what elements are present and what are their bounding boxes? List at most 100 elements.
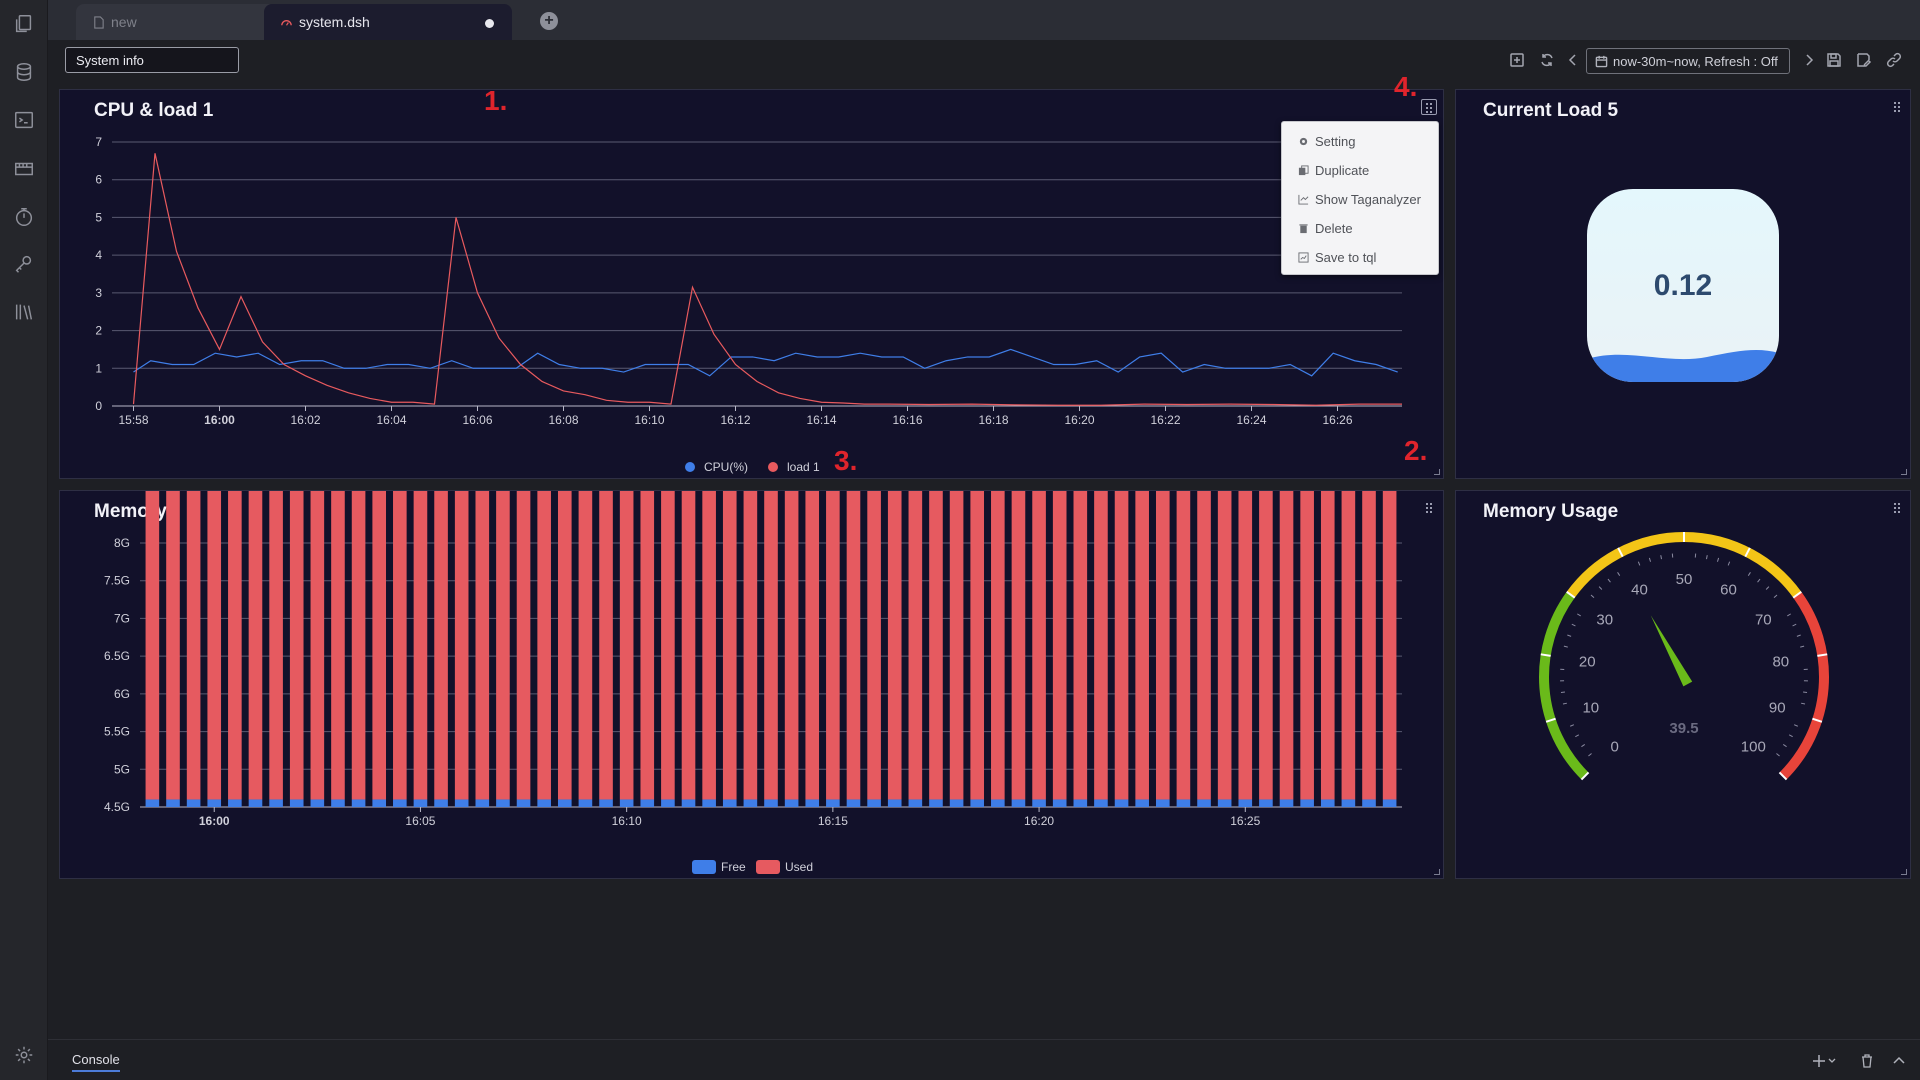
refresh-icon[interactable] [1539,52,1557,70]
bar-used [1094,491,1108,800]
terminal-icon[interactable] [12,108,36,132]
bar-free [1114,799,1129,807]
bar-used [166,491,180,800]
bar-free [248,799,263,807]
gauge-tick-label: 50 [1676,571,1693,588]
bar-used [908,491,923,800]
panel-menu-icon[interactable] [1421,99,1437,115]
legend-marker [692,860,716,874]
bar-used [454,491,469,800]
gauge-minor-tick [1776,753,1780,757]
y-tick-label: 4 [95,248,102,262]
bar-free [1300,799,1314,807]
menu-item-delete[interactable]: Delete [1298,218,1353,238]
gauge-tick-label: 90 [1769,699,1786,716]
add-panel-icon[interactable] [1509,52,1527,70]
bar-used [1114,491,1129,800]
trash-icon[interactable] [1860,1053,1874,1068]
library-icon[interactable] [12,300,36,324]
unsaved-dot-icon[interactable] [485,19,494,28]
chevron-up-icon[interactable] [1892,1055,1906,1065]
y-tick-label: 1 [95,361,102,375]
storage-icon[interactable] [12,157,36,181]
save-icon[interactable] [1826,52,1844,70]
annotation-3: 3. [834,445,858,476]
resize-handle-icon[interactable] [1434,869,1440,875]
bar-used [331,491,345,800]
bar-used [929,491,943,800]
menu-item-setting[interactable]: Setting [1298,131,1355,151]
menu-item-show-taganalyzer[interactable]: Show Taganalyzer [1298,189,1421,209]
x-tick-label: 16:14 [806,413,836,427]
x-tick-label: 16:04 [376,413,406,427]
panel-menu-icon[interactable] [1893,100,1903,114]
bar-free [454,799,469,807]
bar-used [661,491,675,800]
dashboard-title-input[interactable]: System info [65,47,239,73]
file-icon [94,15,104,29]
panel-title: Current Load 5 [1483,100,1619,121]
gauge-minor-tick [1800,645,1805,648]
bar-used [991,491,1005,800]
time-range-selector[interactable]: now-30m~now, Refresh : Off [1586,48,1790,74]
gauge-minor-tick [1569,724,1575,727]
y-tick-label: 0 [95,399,102,413]
bar-free [1155,799,1170,807]
settings-gear-icon[interactable] [12,1043,36,1067]
x-tick-label: 16:18 [978,413,1008,427]
link-icon[interactable] [1886,52,1904,70]
console-bar: Console [48,1039,1920,1080]
timer-icon[interactable] [12,205,36,229]
x-tick-label: 16:12 [720,413,750,427]
gauge-minor-tick [1560,691,1566,694]
bar-free [722,799,737,807]
gauge-minor-tick [1792,623,1797,627]
add-tab-icon[interactable]: + [540,12,558,30]
bar-free [1073,799,1088,807]
gauge-minor-tick [1802,691,1808,694]
panel-memory: Memory 4.5G 5G 5.5G 6G 6.5G 7G 7.5G 8G 16:00 16:0… [59,490,1444,879]
prev-range-icon[interactable] [1565,52,1583,70]
y-tick-label: 6 [95,173,102,187]
bar-free [1217,799,1232,807]
series-line-cpu [133,348,1398,377]
gauge-minor-tick [1581,744,1586,748]
gauge-tick-label: 20 [1579,654,1596,671]
bar-free [599,799,613,807]
annotation-2: 2. [1404,435,1428,466]
bar-free [207,799,222,807]
x-tick-label: 16:25 [1230,814,1260,828]
bar-used [516,491,531,800]
bar-used [1032,491,1046,800]
key-icon[interactable] [12,252,36,276]
gauge-minor-tick [1788,734,1793,738]
gauge-minor-tick [1588,753,1592,757]
resize-handle-icon[interactable] [1901,869,1907,875]
resize-handle-icon[interactable] [1434,469,1440,475]
panel-menu-icon[interactable] [1425,501,1435,515]
gauge-minor-tick [1562,702,1567,705]
bar-free [372,799,387,807]
menu-item-save-to-tql[interactable]: Save to tql [1298,247,1376,267]
gauge-minor-tick [1782,744,1787,748]
bar-used [372,491,387,800]
bar-free [1362,799,1376,807]
bar-free [1382,799,1397,807]
next-range-icon[interactable] [1801,52,1819,70]
tab-system-dsh[interactable]: system.dsh [264,4,512,40]
memory-chart: 4.5G 5G 5.5G 6G 6.5G 7G 7.5G 8G 16:00 16:05 16:10 1… [104,491,1402,874]
explorer-icon[interactable] [12,12,36,36]
console-tab[interactable]: Console [72,1052,120,1072]
bar-free [186,799,201,807]
resize-handle-icon[interactable] [1901,469,1907,475]
x-tick-label: 16:20 [1064,413,1094,427]
bar-free [351,799,366,807]
menu-item-duplicate[interactable]: Duplicate [1298,160,1369,180]
bar-free [702,799,716,807]
add-console-icon[interactable] [1812,1054,1838,1068]
editor-tab-bar: new system.dsh + [48,0,1920,40]
save-as-icon[interactable] [1856,52,1874,70]
bar-used [228,491,242,800]
database-icon[interactable] [12,60,36,84]
x-tick-label: 16:10 [612,814,642,828]
